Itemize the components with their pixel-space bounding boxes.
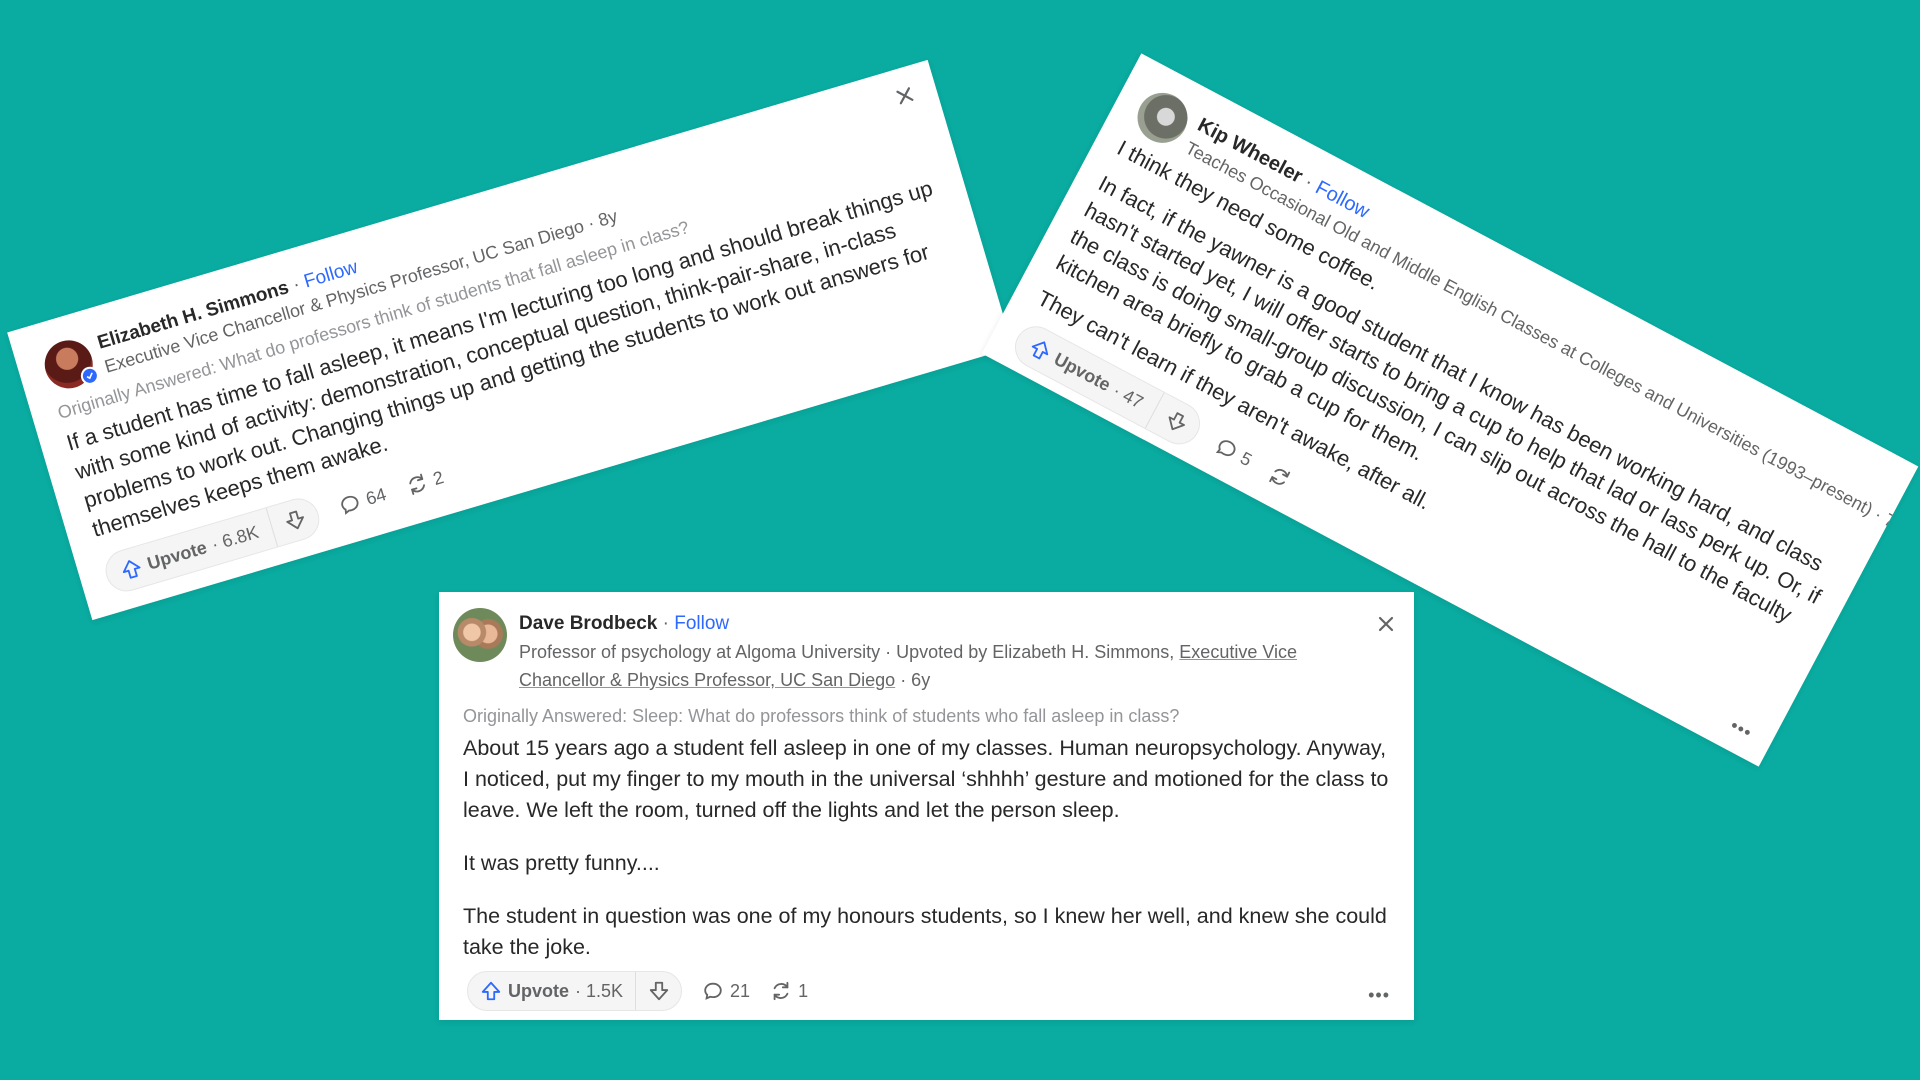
share-count: 2	[430, 466, 446, 489]
follow-button[interactable]: Follow	[674, 613, 729, 634]
separator-dot: ·	[290, 273, 303, 296]
answer-header: Dave Brodbeck · Follow Professor of psyc…	[453, 608, 1392, 694]
comment-icon	[336, 491, 363, 518]
answer-body: About 15 years ago a student fell asleep…	[453, 733, 1392, 963]
comment-count: 5	[1237, 447, 1256, 470]
comment-button[interactable]: 5	[1212, 434, 1256, 471]
verified-icon	[78, 364, 102, 387]
downvote-icon	[1161, 407, 1191, 437]
upvote-label: Upvote	[144, 536, 209, 574]
more-options-icon[interactable]: •••	[1368, 985, 1390, 1006]
downvote-button[interactable]	[265, 493, 324, 548]
upvote-count: · 1.5K	[575, 980, 624, 1001]
upvote-icon	[118, 555, 145, 582]
avatar[interactable]	[453, 608, 507, 662]
comment-button[interactable]: 21	[702, 980, 750, 1002]
comment-icon	[702, 980, 724, 1002]
upvote-label: Upvote	[1050, 348, 1115, 395]
share-icon	[404, 471, 431, 498]
comment-icon	[1212, 434, 1242, 464]
share-count: 1	[798, 980, 809, 1001]
share-button[interactable]: 1	[770, 980, 808, 1002]
downvote-button[interactable]	[635, 972, 681, 1010]
upvote-button[interactable]: Upvote · 1.5K	[468, 980, 635, 1002]
credential-text: Professor of psychology at Algoma Univer…	[519, 642, 1175, 662]
close-icon[interactable]	[1376, 614, 1396, 634]
avatar[interactable]	[38, 334, 102, 395]
answer-card-brodbeck: Dave Brodbeck · Follow Professor of psyc…	[439, 592, 1414, 1020]
downvote-icon	[281, 507, 308, 534]
upvote-icon	[1026, 335, 1056, 365]
share-button[interactable]: 2	[404, 466, 447, 498]
answer-paragraph: It was pretty funny....	[463, 851, 660, 875]
separator-dot: ·	[662, 613, 669, 634]
answer-actions: Upvote · 1.5K 21 1	[453, 971, 1392, 1011]
originally-answered[interactable]: Originally Answered: Sleep: What do prof…	[453, 706, 1392, 727]
author-credential: Professor of psychology at Algoma Univer…	[519, 638, 1379, 694]
upvote-count: · 6.8K	[209, 521, 261, 555]
share-icon	[1265, 462, 1295, 492]
answer-card-simmons: Elizabeth H. Simmons · Follow Executive …	[7, 59, 1013, 621]
downvote-icon	[648, 980, 670, 1002]
answer-paragraph: About 15 years ago a student fell asleep…	[463, 736, 1389, 822]
answer-age: · 6y	[900, 670, 931, 690]
upvote-count: · 47	[1110, 379, 1147, 413]
comment-button[interactable]: 64	[336, 483, 388, 518]
share-button[interactable]	[1265, 462, 1295, 492]
comment-count: 64	[363, 483, 389, 509]
vote-pill: Upvote · 1.5K	[467, 971, 683, 1011]
upvote-icon	[480, 980, 502, 1002]
author-name[interactable]: Dave Brodbeck	[519, 613, 657, 634]
share-icon	[770, 980, 792, 1002]
answer-paragraph: The student in question was one of my ho…	[463, 904, 1387, 959]
upvote-label: Upvote	[508, 980, 570, 1001]
comment-count: 21	[730, 980, 751, 1001]
